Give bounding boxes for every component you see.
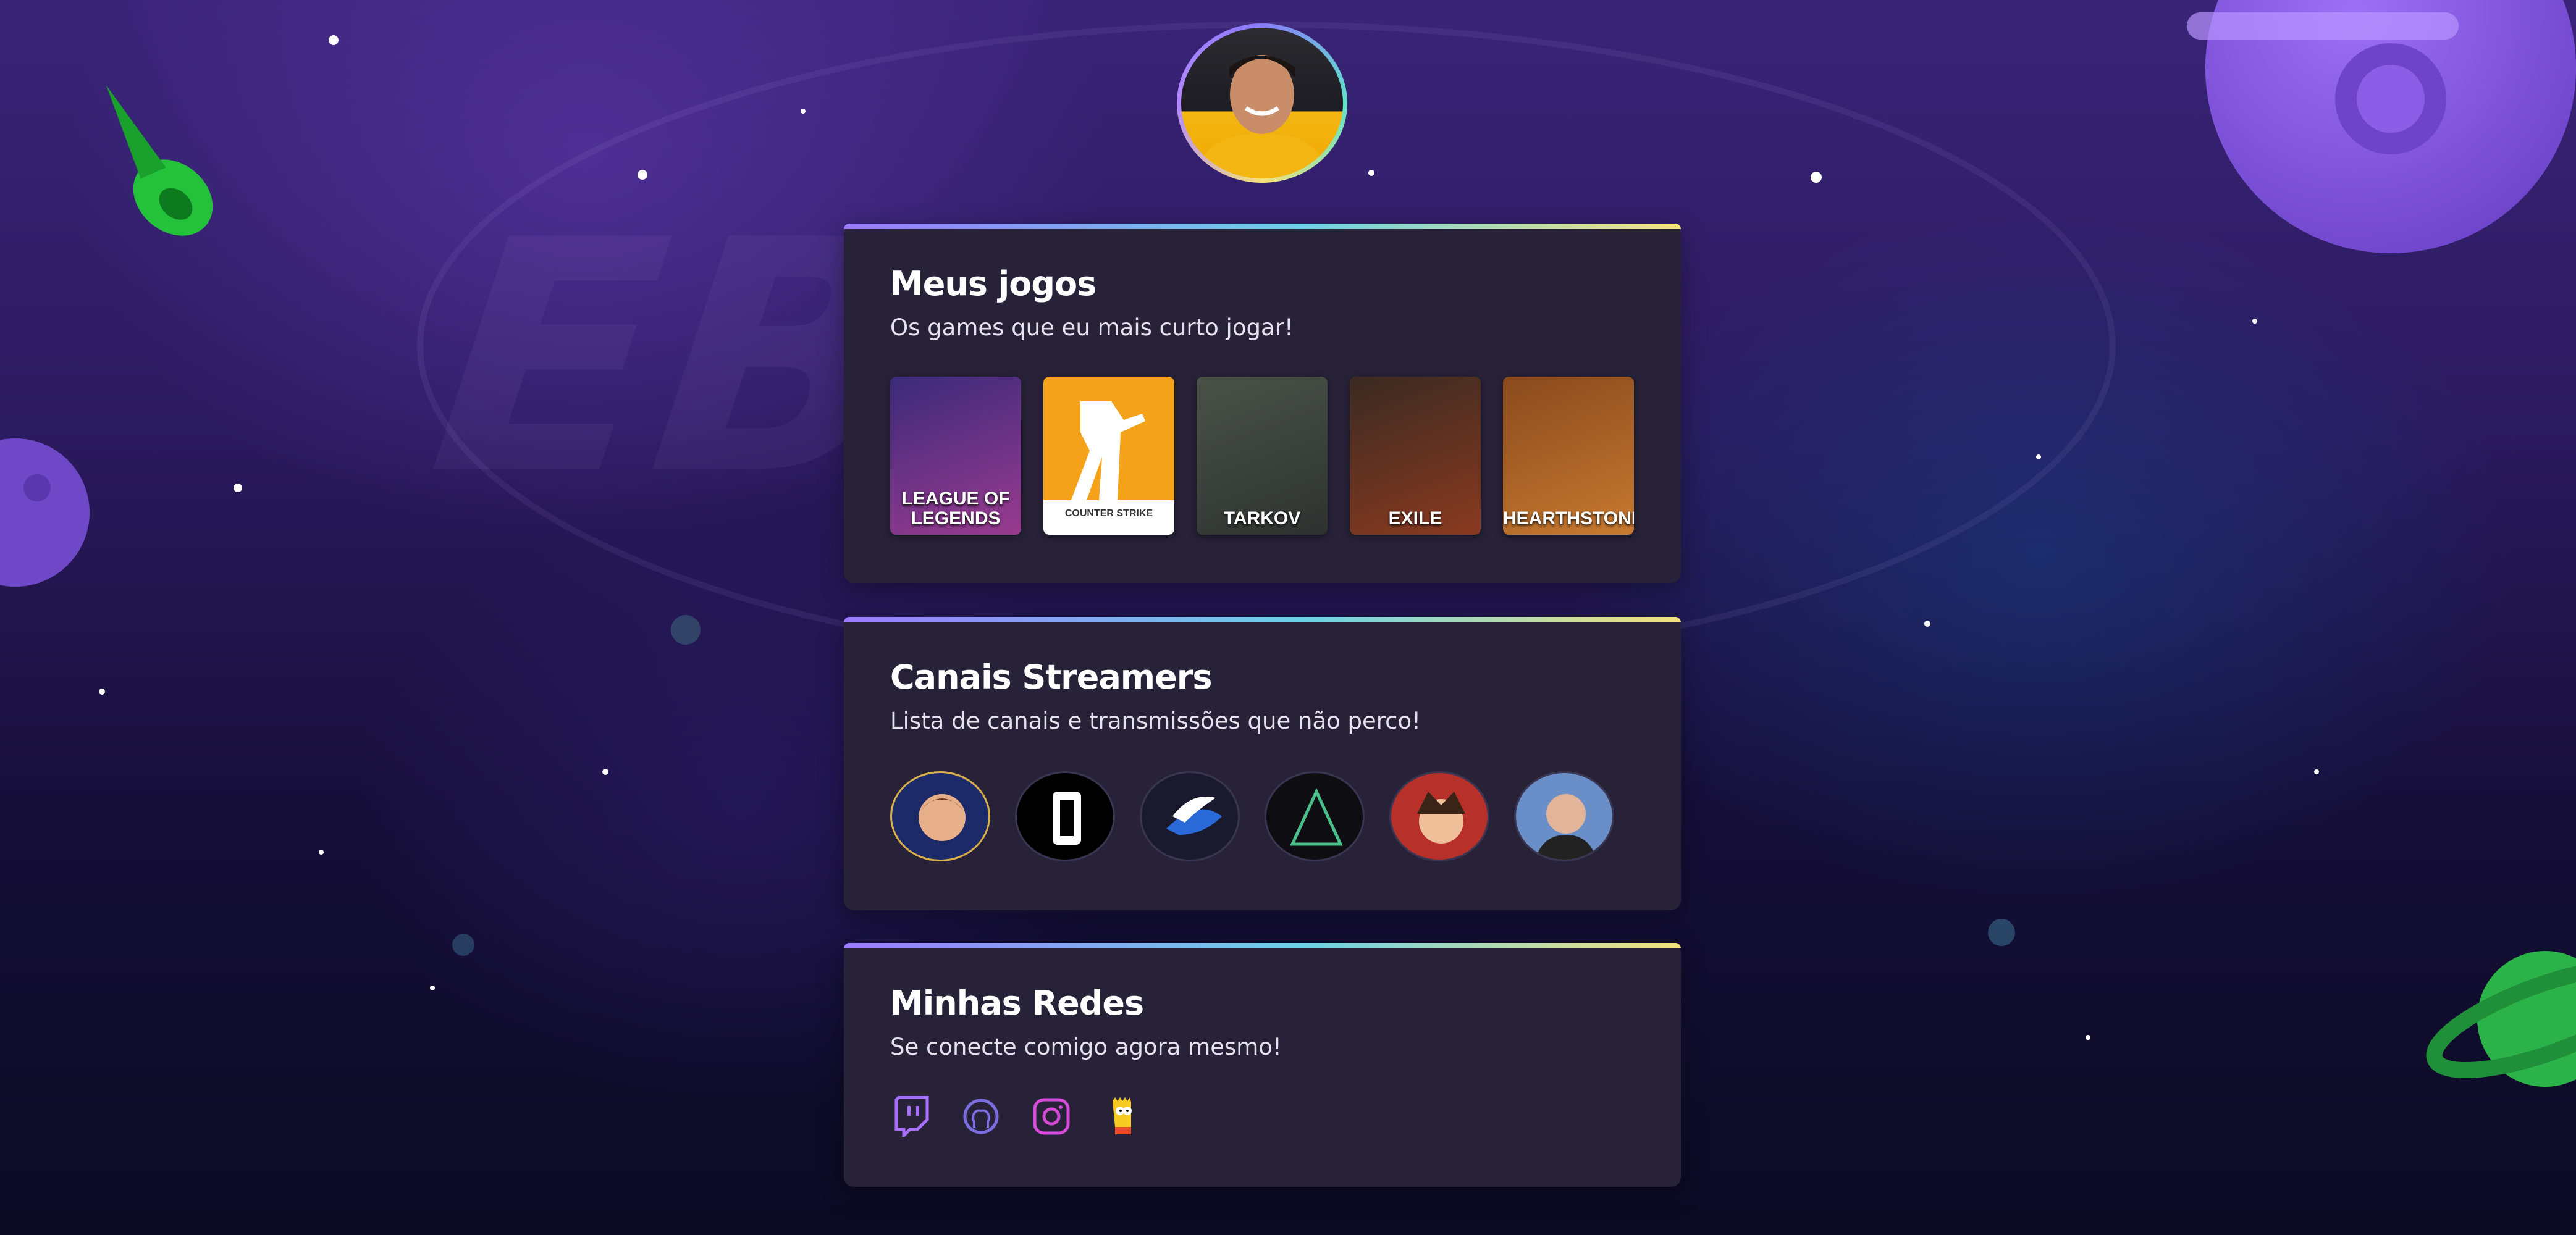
games-list: LEAGUE OF LEGENDS COUNTER STRIKE TARKOV EXI…: [890, 377, 1635, 535]
streamers-card: Canais Streamers Lista de canais e trans…: [844, 617, 1681, 910]
github-icon[interactable]: [961, 1096, 1001, 1137]
streamer-avatar-0[interactable]: [890, 771, 990, 861]
streamers-title: Canais Streamers: [890, 658, 1212, 697]
bart-icon[interactable]: [1101, 1096, 1142, 1137]
streamers-subtitle: Lista de canais e transmissões que não p…: [890, 708, 1421, 734]
instagram-icon[interactable]: [1031, 1096, 1072, 1137]
socials-title: Minhas Redes: [890, 984, 1144, 1023]
streamer-avatar-1[interactable]: [1015, 771, 1115, 861]
game-label: HEARTHSTONE: [1503, 508, 1634, 529]
game-cover-0[interactable]: LEAGUE OF LEGENDS: [890, 377, 1021, 535]
streamer-avatar-5[interactable]: [1514, 771, 1614, 861]
profile-avatar: [1177, 23, 1347, 183]
game-cover-4[interactable]: HEARTHSTONE: [1503, 377, 1634, 535]
profile-photo-icon: [1181, 28, 1343, 178]
streamer-avatar-3[interactable]: [1265, 771, 1365, 861]
twitch-icon[interactable]: [890, 1096, 931, 1137]
streamers-list: [890, 771, 1635, 861]
game-cover-3[interactable]: EXILE: [1350, 377, 1481, 535]
game-cover-2[interactable]: TARKOV: [1197, 377, 1328, 535]
games-title: Meus jogos: [890, 264, 1096, 303]
game-label: COUNTER STRIKE: [1064, 508, 1153, 519]
games-subtitle: Os games que eu mais curto jogar!: [890, 314, 1294, 341]
games-card: Meus jogos Os games que eu mais curto jo…: [844, 224, 1681, 583]
game-label: LEAGUE OF LEGENDS: [901, 488, 1010, 529]
game-label: EXILE: [1388, 508, 1442, 529]
socials-card: Minhas Redes Se conecte comigo agora mes…: [844, 943, 1681, 1187]
game-label: TARKOV: [1223, 508, 1301, 529]
game-cover-1[interactable]: COUNTER STRIKE: [1043, 377, 1174, 535]
streamer-avatar-2[interactable]: [1140, 771, 1240, 861]
socials-subtitle: Se conecte comigo agora mesmo!: [890, 1034, 1282, 1060]
socials-list: [890, 1096, 1635, 1137]
streamer-avatar-4[interactable]: [1389, 771, 1489, 861]
